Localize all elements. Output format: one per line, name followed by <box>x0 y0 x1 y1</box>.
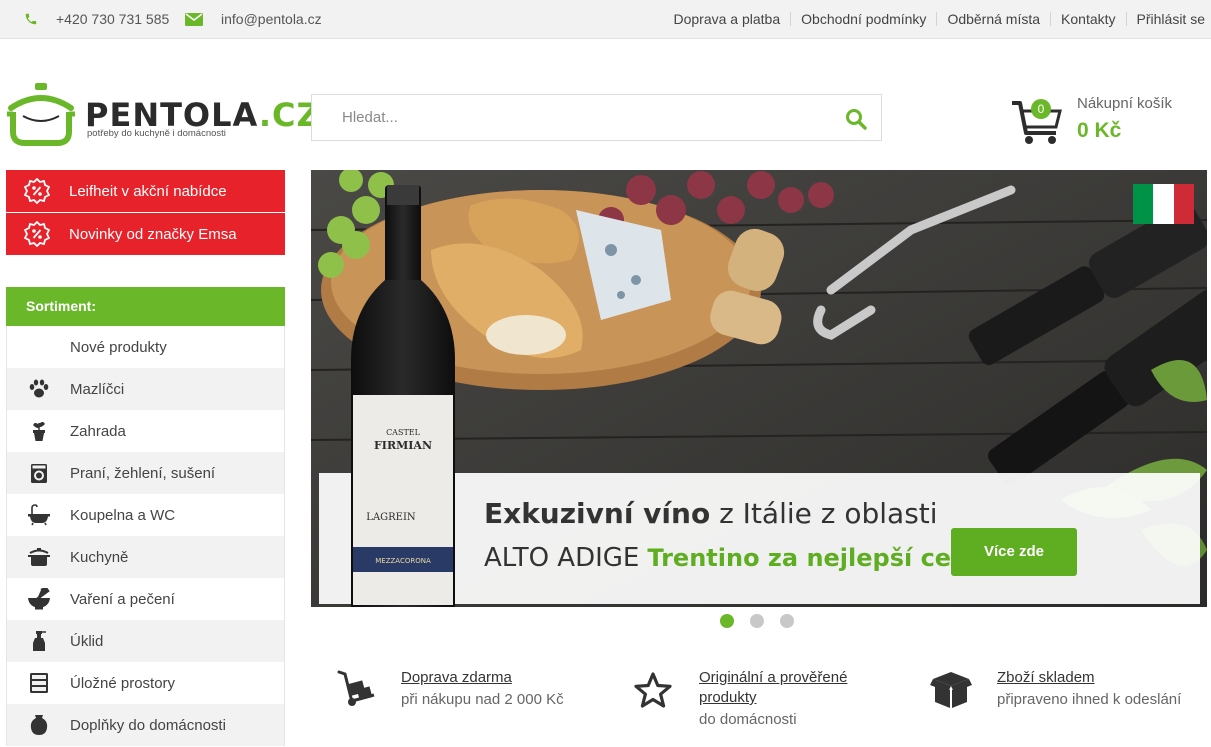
top-bar: +420 730 731 585 info@pentola.cz Doprava… <box>0 0 1211 39</box>
benefit-subtitle: připraveno ihned k odeslání <box>997 691 1182 708</box>
pot-icon <box>27 545 51 569</box>
link-terms[interactable]: Obchodní podmínky <box>790 12 936 26</box>
cart-total: 0 Kč <box>1077 119 1122 142</box>
benefit-subtitle: při nákupu nad 2 000 Kč <box>401 691 564 708</box>
category-cleaning[interactable]: Úklid <box>6 620 285 662</box>
top-links: Doprava a platba Obchodní podmínky Odběr… <box>664 0 1205 38</box>
search-box <box>311 94 882 141</box>
discount-badge-icon <box>24 178 50 204</box>
category-heading: Sortiment: <box>6 287 285 326</box>
slide-dot[interactable] <box>750 614 764 628</box>
benefit-title[interactable]: Doprava zdarma <box>401 668 512 688</box>
category-bathroom[interactable]: Koupelna a WC <box>6 494 285 536</box>
benefit-title[interactable]: Originální a prověřené produkty <box>699 668 889 708</box>
phone-number: +420 730 731 585 <box>56 11 170 27</box>
category-menu: Nové produkty Mazlíčci Zahrada Praní, že… <box>6 326 285 746</box>
category-kitchen[interactable]: Kuchyně <box>6 536 285 578</box>
phone-contact[interactable]: +420 730 731 585 <box>24 0 169 38</box>
italy-flag-icon <box>1133 184 1194 224</box>
site-logo[interactable]: PENTOLA.CZ potřeby do kuchyně i domácnos… <box>5 80 320 148</box>
benefit-free-shipping: Doprava zdarma při nákupu nad 2 000 Kč <box>336 668 606 738</box>
category-cooking-baking[interactable]: Vaření a pečení <box>6 578 285 620</box>
category-pets[interactable]: Mazlíčci <box>6 368 285 410</box>
category-label: Praní, žehlení, sušení <box>70 464 216 482</box>
slide-dot[interactable] <box>720 614 734 628</box>
link-contacts[interactable]: Kontakty <box>1050 12 1125 26</box>
mortar-icon <box>27 587 51 611</box>
cart-count-badge: 0 <box>1031 99 1051 119</box>
promo-emsa[interactable]: Novinky od značky Emsa <box>6 213 285 255</box>
category-label: Vaření a pečení <box>70 590 175 608</box>
vase-icon <box>27 713 51 737</box>
spray-bottle-icon <box>27 629 51 653</box>
category-label: Úložné prostory <box>70 674 176 692</box>
hero-banner[interactable]: Exkuzivní víno z Itálie z oblasti ALTO A… <box>311 170 1207 607</box>
wine-bottle-image: CASTEL FIRMIAN LAGREIN MEZZACORONA <box>351 185 455 607</box>
envelope-icon <box>185 12 203 26</box>
shopping-cart[interactable]: 0 Nákupní košík 0 Kč <box>1010 93 1200 149</box>
plant-pot-icon <box>27 419 51 443</box>
category-garden[interactable]: Zahrada <box>6 410 285 452</box>
category-home-accessories[interactable]: Doplňky do domácnosti <box>6 704 285 746</box>
bottle-label-text: LAGREIN <box>366 512 416 523</box>
slider-dots <box>720 614 810 628</box>
benefit-subtitle: do domácnosti <box>699 711 797 728</box>
bottle-label-text: MEZZACORONA <box>375 557 431 565</box>
slide-dot[interactable] <box>780 614 794 628</box>
pot-logo-icon <box>7 83 75 146</box>
category-storage[interactable]: Úložné prostory <box>6 662 285 704</box>
category-new-products[interactable]: Nové produkty <box>6 326 285 368</box>
banner-title: Exkuzivní víno z Itálie z oblasti <box>484 497 938 530</box>
blank-icon <box>27 335 51 359</box>
category-label: Mazlíčci <box>70 380 125 398</box>
discount-badge-icon <box>24 221 50 247</box>
email-address: info@pentola.cz <box>221 11 322 27</box>
email-contact[interactable]: info@pentola.cz <box>185 0 322 38</box>
benefit-original-products: Originální a prověřené produkty do domác… <box>634 668 904 738</box>
logo-tagline: potřeby do kuchyně i domácnosti <box>87 128 226 139</box>
bottle-label-text: CASTEL <box>386 428 421 437</box>
promo-label: Novinky od značky Emsa <box>69 225 237 243</box>
link-login[interactable]: Přihlásit se <box>1125 12 1205 26</box>
link-shipping[interactable]: Doprava a platba <box>664 12 791 26</box>
hand-truck-icon <box>337 670 375 706</box>
search-input[interactable] <box>312 95 881 140</box>
benefit-title[interactable]: Zboží skladem <box>997 668 1095 688</box>
banner-subtitle: ALTO ADIGE Trentino za nejlepší ceny <box>484 543 984 573</box>
category-label: Nové produkty <box>70 338 167 356</box>
box-icon <box>930 672 972 708</box>
category-label: Koupelna a WC <box>70 506 176 524</box>
benefit-in-stock: Zboží skladem připraveno ihned k odeslán… <box>930 668 1200 738</box>
search-icon[interactable] <box>845 108 867 130</box>
star-icon <box>634 672 672 708</box>
drawers-icon <box>27 671 51 695</box>
bottle-label-text: FIRMIAN <box>374 439 432 452</box>
phone-icon <box>25 13 37 25</box>
category-label: Doplňky do domácnosti <box>70 716 226 734</box>
link-pickup-points[interactable]: Odběrná místa <box>936 12 1050 26</box>
category-label: Úklid <box>70 632 104 650</box>
paw-icon <box>27 377 51 401</box>
more-info-button[interactable]: Více zde <box>951 528 1077 576</box>
promo-label: Leifheit v akční nabídce <box>69 182 227 200</box>
category-label: Kuchyně <box>70 548 129 566</box>
promo-leifheit[interactable]: Leifheit v akční nabídce <box>6 170 285 212</box>
category-laundry[interactable]: Praní, žehlení, sušení <box>6 452 285 494</box>
washing-machine-icon <box>27 461 51 485</box>
category-label: Zahrada <box>70 422 126 440</box>
bathtub-icon <box>27 503 51 527</box>
cart-label: Nákupní košík <box>1077 95 1173 112</box>
